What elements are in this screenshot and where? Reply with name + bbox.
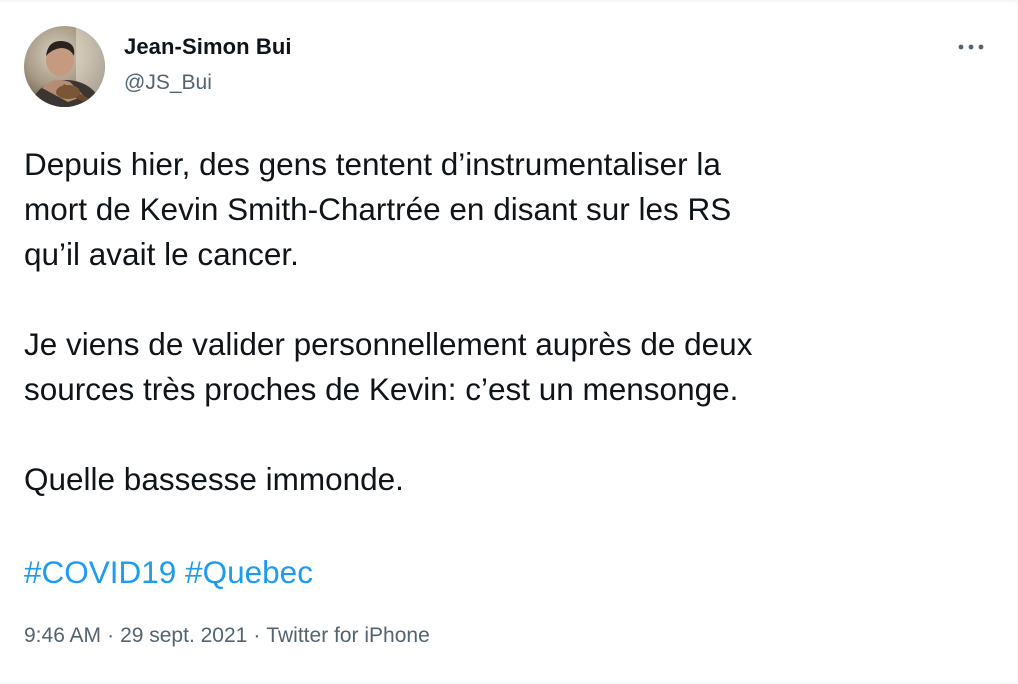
tweet-metadata: 9:46 AM · 29 sept. 2021 · Twitter for iPhone xyxy=(24,624,430,648)
tweet-source[interactable]: Twitter for iPhone xyxy=(266,624,429,647)
avatar[interactable] xyxy=(24,26,105,107)
tweet-date[interactable]: 29 sept. 2021 xyxy=(120,624,247,647)
hashtag-link[interactable]: #Quebec xyxy=(185,554,313,590)
tweet-line: Quelle bassesse immonde. xyxy=(24,461,404,497)
hashtag-row: #COVID19 #Quebec xyxy=(24,550,313,595)
tweet-line: Je viens de valider personnellement aupr… xyxy=(24,326,753,362)
tweet-paragraph: Je viens de valider personnellement aupr… xyxy=(24,322,984,412)
more-options-button[interactable] xyxy=(954,36,988,58)
user-handle[interactable]: @JS_Bui xyxy=(124,71,212,95)
tweet-line: Depuis hier, des gens tentent d’instrume… xyxy=(24,146,721,182)
tweet-time[interactable]: 9:46 AM xyxy=(24,624,101,647)
display-name[interactable]: Jean-Simon Bui xyxy=(124,34,292,60)
profile-photo xyxy=(24,26,105,107)
tweet-line: mort de Kevin Smith-Chartrée en disant s… xyxy=(24,191,732,227)
hashtag-link[interactable]: #COVID19 xyxy=(24,554,176,590)
tweet-card: Jean-Simon Bui @JS_Bui Depuis hier, des … xyxy=(0,0,1018,684)
tweet-paragraph: Quelle bassesse immonde. xyxy=(24,457,984,502)
more-horizontal-icon xyxy=(958,44,984,50)
meta-separator: · xyxy=(107,624,115,647)
tweet-text: Depuis hier, des gens tentent d’instrume… xyxy=(24,142,984,547)
tweet-line: sources très proches de Kevin: c’est un … xyxy=(24,371,739,407)
tweet-paragraph: Depuis hier, des gens tentent d’instrume… xyxy=(24,142,984,277)
top-divider xyxy=(0,0,1018,2)
tweet-line: qu’il avait le cancer. xyxy=(24,236,299,272)
meta-separator: · xyxy=(253,624,261,647)
